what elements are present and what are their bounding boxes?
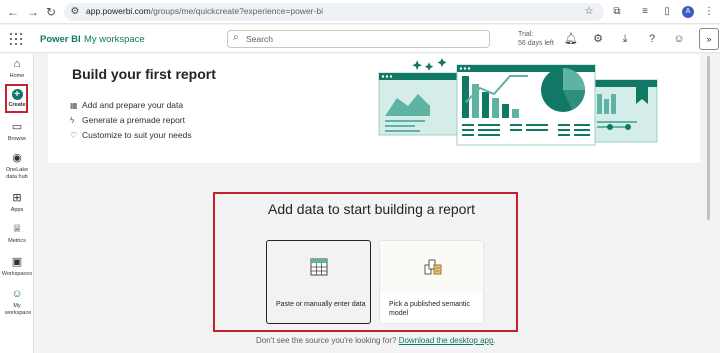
card-label: Pick a published semantic model — [389, 301, 470, 317]
sparkle-icon: ϟ — [70, 116, 75, 125]
feature-item: ♡ Customize to suit your needs — [70, 130, 192, 140]
nav-item-onelake[interactable]: ◉ OneLake data hub — [0, 151, 34, 181]
trial-days-left: 56 days left — [518, 40, 554, 47]
card-art — [380, 241, 483, 293]
footer-period: . — [493, 336, 496, 345]
help-icon[interactable]: ? — [645, 32, 659, 46]
semantic-model-icon — [424, 259, 442, 275]
plus-circle-icon: + — [11, 89, 23, 100]
tools-icon: ♡ — [70, 131, 78, 140]
report-illustration — [378, 58, 658, 146]
table-grid-icon — [310, 258, 328, 276]
feature-item: ▦ Add and prepare your data — [70, 100, 183, 110]
trial-status: Trial: 56 days left — [518, 30, 554, 48]
banner-title: Build your first report — [72, 66, 216, 82]
extensions-icon[interactable]: ⧉ — [610, 5, 624, 19]
workspace-breadcrumb[interactable]: My workspace — [84, 34, 145, 45]
home-icon: ⌂ — [13, 58, 21, 70]
footer-help: Don't see the source you're looking for?… — [256, 336, 496, 345]
reload-icon[interactable]: ↻ — [42, 3, 60, 21]
notifications-bell-icon[interactable]: 🔔︎ — [564, 32, 578, 46]
add-data-title: Add data to start building a report — [268, 201, 476, 217]
footer-question: Don't see the source you're looking for? — [256, 336, 397, 345]
nav-label-my-workspace: My workspace — [5, 303, 32, 316]
trophy-icon: ♕ — [12, 223, 22, 235]
nav-item-browse[interactable]: ▭ Browse — [0, 120, 34, 143]
search-placeholder: Search — [246, 34, 273, 44]
card-label: Paste or manually enter data — [276, 301, 366, 308]
nav-item-create[interactable]: + Create — [0, 89, 34, 109]
site-settings-icon[interactable]: ⚙ — [68, 5, 82, 19]
url-text[interactable]: app.powerbi.com/groups/me/quickcreate?ex… — [86, 6, 323, 16]
forward-icon[interactable]: → — [24, 3, 42, 21]
scrollbar-thumb[interactable] — [707, 56, 710, 220]
paste-data-card[interactable]: Paste or manually enter data — [266, 240, 371, 324]
nav-label-workspaces: Workspaces — [1, 271, 33, 277]
workspaces-icon: ▣ — [11, 256, 23, 268]
nav-item-apps[interactable]: ⊞ Apps — [0, 191, 34, 214]
feature-item: ϟ Generate a premade report — [70, 115, 185, 125]
app-launcher-icon[interactable] — [10, 33, 22, 45]
nav-label-home: Home — [9, 73, 25, 79]
onelake-icon: ◉ — [12, 152, 22, 164]
semantic-model-card[interactable]: Pick a published semantic model — [379, 240, 484, 324]
expand-pane-icon[interactable]: » — [699, 28, 719, 50]
bookmark-star-icon[interactable]: ☆ — [582, 5, 596, 19]
share-feedback-icon[interactable]: ☺ — [672, 32, 686, 46]
apps-icon: ⊞ — [12, 192, 22, 204]
card-art — [267, 241, 370, 293]
download-icon[interactable]: ⤓ — [618, 32, 632, 46]
nav-label-apps: Apps — [10, 207, 24, 213]
folder-icon: ▭ — [11, 121, 23, 133]
media-icon[interactable]: ≡ — [638, 5, 652, 19]
profile-avatar[interactable]: A — [682, 6, 694, 18]
side-panel-icon[interactable]: ▯ — [660, 5, 674, 19]
url-host: app.powerbi.com — [86, 6, 151, 16]
nav-label-onelake: OneLake data hub — [5, 167, 29, 180]
back-icon[interactable]: ← — [4, 3, 22, 21]
brand-title[interactable]: Power BI — [40, 34, 81, 45]
nav-item-workspaces[interactable]: ▣ Workspaces — [0, 255, 34, 278]
nav-label-browse: Browse — [7, 136, 27, 142]
nav-item-my-workspace[interactable]: ☺ My workspace — [0, 287, 34, 317]
search-icon: ⌕ — [233, 32, 239, 43]
feature-text: Add and prepare your data — [82, 100, 184, 110]
nav-label-create: Create — [8, 102, 26, 108]
nav-item-metrics[interactable]: ♕ Metrics — [0, 222, 34, 245]
browser-menu-icon[interactable]: ⋮ — [702, 5, 716, 19]
table-icon: ▦ — [70, 101, 78, 110]
person-icon: ☺ — [11, 288, 23, 300]
feature-text: Generate a premade report — [82, 115, 186, 125]
feature-text: Customize to suit your needs — [82, 130, 192, 140]
trial-label: Trial: — [518, 31, 534, 38]
download-desktop-app-link[interactable]: Download the desktop app — [399, 336, 494, 345]
nav-label-metrics: Metrics — [8, 238, 26, 244]
url-path: /groups/me/quickcreate?experience=power-… — [150, 6, 323, 16]
nav-item-home[interactable]: ⌂ Home — [0, 57, 34, 80]
settings-gear-icon[interactable]: ⚙ — [591, 32, 605, 46]
